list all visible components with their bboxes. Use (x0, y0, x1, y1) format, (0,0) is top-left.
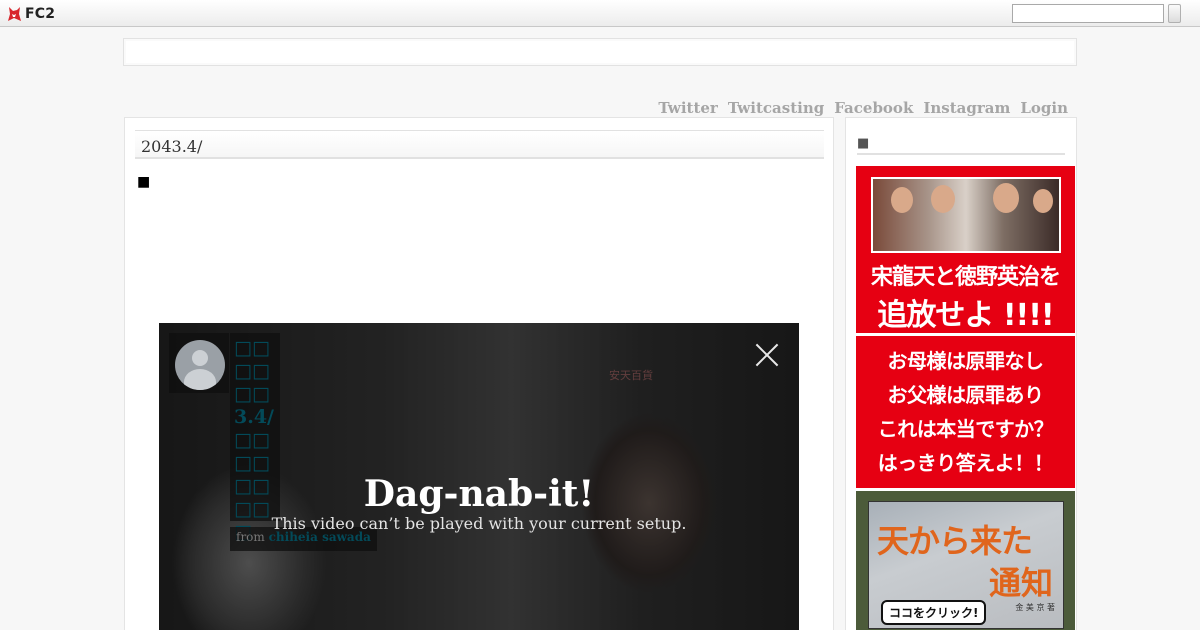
close-icon[interactable] (755, 343, 779, 367)
sidebar: ■ 宋龍天と徳野英治を 追放せよ !!!! お母様は原罪なし お父様は原罪あり … (845, 117, 1077, 630)
search-button[interactable] (1168, 4, 1181, 23)
fc2-logo[interactable]: FC2 (7, 5, 55, 23)
banner-notice-cta[interactable]: ココをクリック! (881, 600, 987, 625)
video-error-message: This video can’t be played with your cur… (271, 514, 687, 533)
nav-link-twitter[interactable]: Twitter (658, 99, 717, 117)
banner-sin-line: お母様は原罪なし (887, 349, 1045, 373)
banner-sin-line: はっきり答えよ！！ (877, 451, 1054, 475)
banner-sin-line: これは本当ですか？ (877, 417, 1054, 441)
nav-link-twitcasting[interactable]: Twitcasting (728, 99, 824, 117)
sidebar-heading: ■ (857, 136, 1065, 155)
banner-notice-author: 金 美 京 著 (1015, 603, 1055, 612)
sidebar-banner-original-sin[interactable]: お母様は原罪なし お父様は原罪あり これは本当ですか？ はっきり答えよ！！ (856, 336, 1075, 488)
nav-link-instagram[interactable]: Instagram (923, 99, 1010, 117)
top-nav: Twitter Twitcasting Facebook Instagram L… (658, 99, 1068, 117)
video-player[interactable]: 安天百貨 □□□□□□3.4/□□□□□□□□□ from chiheia sa… (159, 323, 799, 630)
banner-notice-cover: 天から来た 通知 金 美 京 著 ココをクリック! (868, 501, 1064, 629)
sidebar-banner-notice[interactable]: 天から来た 通知 金 美 京 著 ココをクリック! (856, 491, 1075, 630)
banner-expel-line2: 追放せよ !!!! (877, 298, 1054, 333)
fc2-logo-text: FC2 (25, 6, 56, 22)
banner-expel-line1: 宋龍天と徳野英治を (870, 265, 1061, 290)
user-avatar-icon (175, 340, 225, 390)
banner-sin-line: お父様は原罪あり (887, 383, 1045, 407)
sidebar-banner-expel[interactable]: 宋龍天と徳野英治を 追放せよ !!!! (856, 166, 1075, 333)
fc2-fox-icon (7, 6, 22, 22)
nav-link-facebook[interactable]: Facebook (834, 99, 913, 117)
sidebar-heading-text: ■ (857, 136, 870, 151)
fc2-topbar: FC2 (0, 0, 1200, 27)
nav-link-login[interactable]: Login (1020, 99, 1068, 117)
post-bullet-icon: ■ (137, 174, 151, 190)
search-input[interactable] (1012, 4, 1164, 23)
banner-notice-title-top: 天から来た (877, 522, 1033, 560)
post-title-bar: 2043.4/ (135, 130, 824, 159)
post-title[interactable]: 2043.4/ (141, 137, 202, 156)
banner-photo (871, 177, 1061, 253)
video-error-title: Dag-nab-it! (363, 473, 595, 515)
banner-notice-title-bottom: 通知 (988, 564, 1053, 602)
blog-header (123, 38, 1077, 66)
avatar[interactable] (169, 333, 229, 393)
